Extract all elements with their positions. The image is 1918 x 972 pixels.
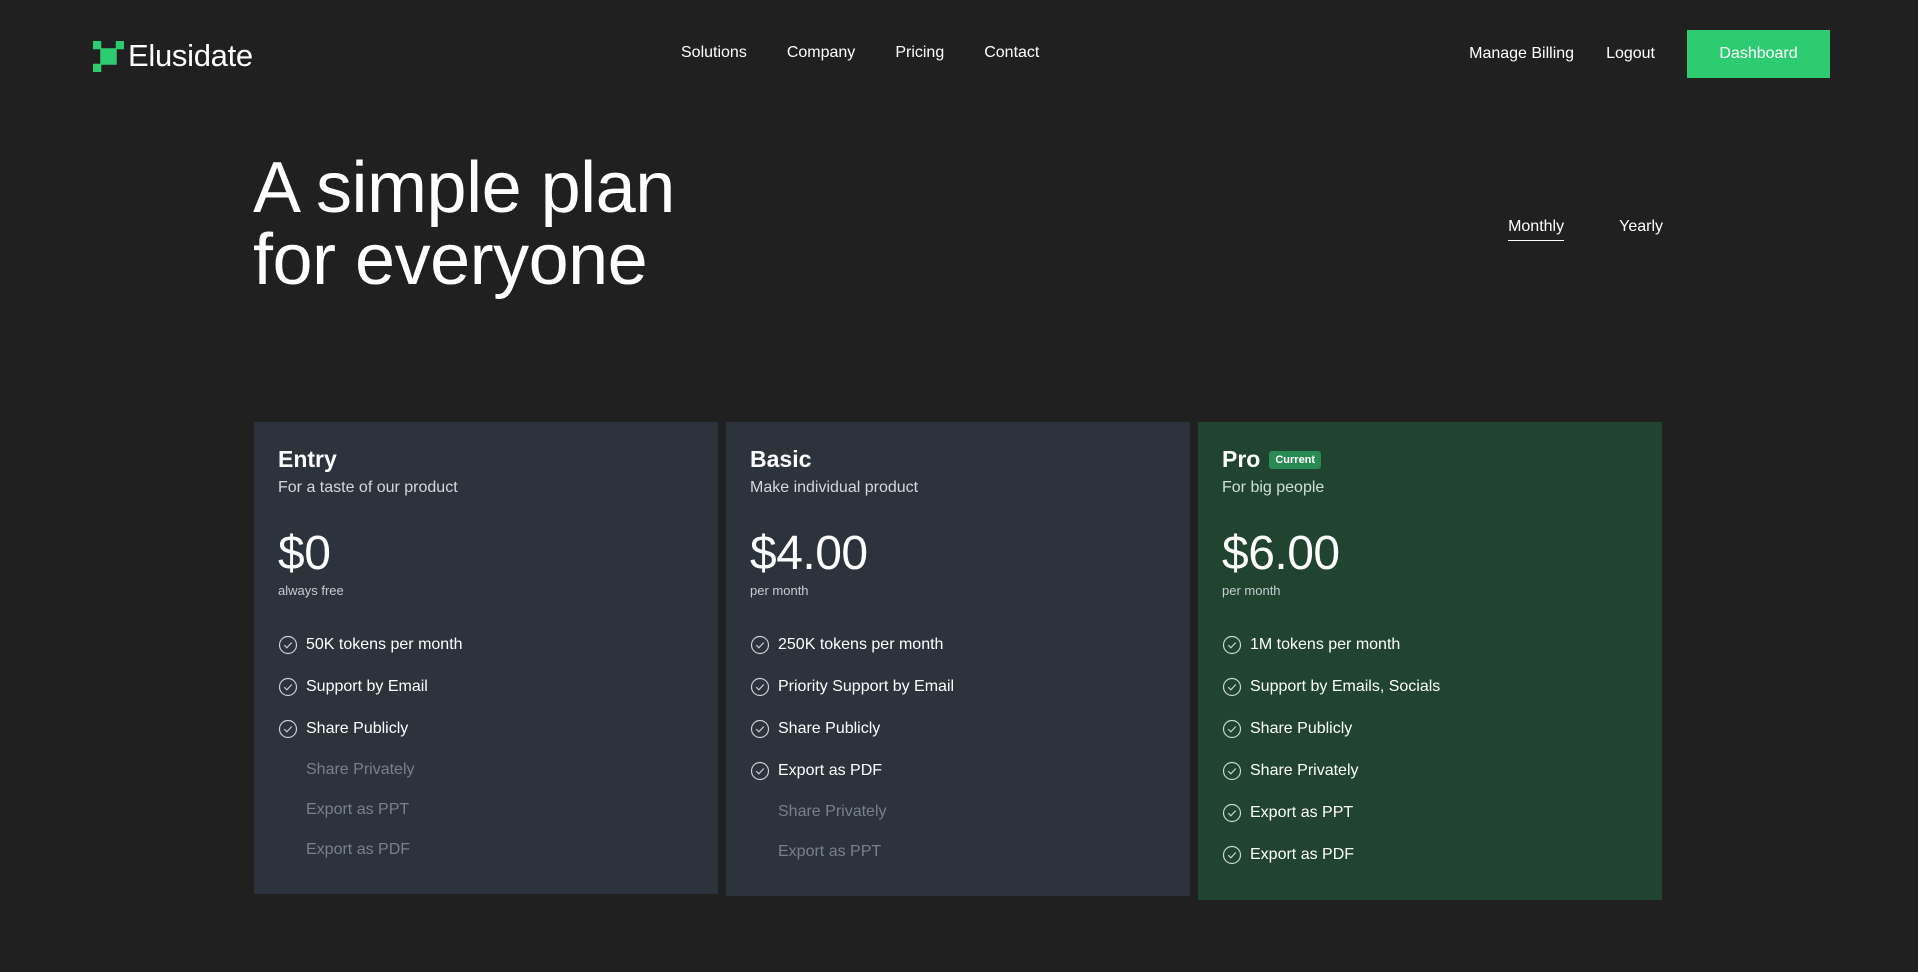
nav-item-company[interactable]: Company <box>787 44 855 62</box>
feature-item-disabled: Share Privately <box>750 792 1166 832</box>
tab-yearly[interactable]: Yearly <box>1619 218 1663 241</box>
brand-name: Elusidate <box>128 38 253 73</box>
check-circle-icon <box>1222 803 1242 823</box>
feature-label: Support by Email <box>306 678 428 695</box>
feature-item: Export as PPT <box>1222 792 1638 834</box>
account-nav: Manage Billing Logout Dashboard <box>1469 30 1830 78</box>
check-circle-icon <box>1222 677 1242 697</box>
feature-list: 50K tokens per month Support by Email Sh… <box>278 624 694 870</box>
check-circle-icon <box>278 677 298 697</box>
feature-item-disabled: Share Privately <box>278 750 694 790</box>
feature-item: 1M tokens per month <box>1222 624 1638 666</box>
feature-item: Share Publicly <box>1222 708 1638 750</box>
billing-period-toggle: Monthly Yearly <box>1508 218 1663 241</box>
feature-list: 1M tokens per month Support by Emails, S… <box>1222 624 1638 876</box>
check-circle-icon <box>1222 845 1242 865</box>
check-circle-icon <box>1222 761 1242 781</box>
feature-label: Share Publicly <box>1250 720 1353 737</box>
feature-item: 250K tokens per month <box>750 624 1166 666</box>
plan-name: Pro <box>1222 446 1261 472</box>
main-nav: Solutions Company Pricing Contact <box>681 44 1039 62</box>
feature-item: 50K tokens per month <box>278 624 694 666</box>
feature-label: Export as PPT <box>306 801 410 818</box>
plan-card-basic: Basic Make individual product $4.00 per … <box>726 422 1190 896</box>
feature-label: Export as PPT <box>1250 804 1354 821</box>
nav-item-solutions[interactable]: Solutions <box>681 44 747 62</box>
feature-label: Export as PDF <box>778 762 883 779</box>
feature-item: Support by Email <box>278 666 694 708</box>
feature-label: Share Privately <box>778 803 887 820</box>
plan-period: per month <box>750 583 809 598</box>
feature-label: Export as PDF <box>306 841 411 858</box>
feature-item: Export as PDF <box>750 750 1166 792</box>
check-circle-icon <box>1222 719 1242 739</box>
plan-subtitle: For a taste of our product <box>278 479 458 496</box>
feature-label: Support by Emails, Socials <box>1250 678 1441 695</box>
feature-label: Share Privately <box>306 761 415 778</box>
plan-name: Basic <box>750 446 812 472</box>
check-circle-icon <box>750 719 770 739</box>
dashboard-button[interactable]: Dashboard <box>1687 30 1830 78</box>
plan-price: $0 <box>278 527 331 580</box>
feature-label: Share Publicly <box>778 720 881 737</box>
feature-label: 1M tokens per month <box>1250 636 1401 653</box>
manage-billing-link[interactable]: Manage Billing <box>1469 45 1574 63</box>
feature-label: Export as PDF <box>1250 846 1355 863</box>
nav-item-contact[interactable]: Contact <box>984 44 1039 62</box>
feature-item: Share Publicly <box>750 708 1166 750</box>
plan-period: always free <box>278 583 344 598</box>
page-title: A simple plan for everyone <box>253 152 953 296</box>
feature-label: 50K tokens per month <box>306 636 463 653</box>
feature-label: Export as PPT <box>778 843 882 860</box>
check-circle-icon <box>1222 635 1242 655</box>
logo-icon <box>93 40 124 72</box>
check-circle-icon <box>750 635 770 655</box>
plan-price: $4.00 <box>750 527 868 580</box>
page-title-line-2: for everyone <box>253 220 648 300</box>
feature-item: Export as PDF <box>1222 834 1638 876</box>
feature-item: Priority Support by Email <box>750 666 1166 708</box>
feature-item: Share Privately <box>1222 750 1638 792</box>
feature-item-disabled: Export as PPT <box>278 790 694 830</box>
plan-card-pro: Pro Current For big people $6.00 per mon… <box>1198 422 1662 900</box>
check-circle-icon <box>278 635 298 655</box>
plan-name: Entry <box>278 446 337 472</box>
plan-price: $6.00 <box>1222 527 1340 580</box>
plan-period: per month <box>1222 583 1281 598</box>
check-circle-icon <box>750 761 770 781</box>
current-plan-badge: Current <box>1269 450 1322 469</box>
feature-item: Support by Emails, Socials <box>1222 666 1638 708</box>
page-title-line-1: A simple plan <box>253 148 675 228</box>
feature-item: Share Publicly <box>278 708 694 750</box>
feature-label: 250K tokens per month <box>778 636 944 653</box>
check-circle-icon <box>278 719 298 739</box>
nav-item-pricing[interactable]: Pricing <box>895 44 944 62</box>
check-circle-icon <box>750 677 770 697</box>
tab-monthly[interactable]: Monthly <box>1508 218 1565 241</box>
feature-label: Share Publicly <box>306 720 409 737</box>
feature-label: Priority Support by Email <box>778 678 955 695</box>
plan-subtitle: For big people <box>1222 479 1325 496</box>
brand-logo[interactable]: Elusidate <box>93 38 253 74</box>
feature-list: 250K tokens per month Priority Support b… <box>750 624 1166 872</box>
feature-item-disabled: Export as PPT <box>750 832 1166 872</box>
feature-item-disabled: Export as PDF <box>278 830 694 870</box>
plan-card-entry: Entry For a taste of our product $0 alwa… <box>254 422 718 894</box>
plan-subtitle: Make individual product <box>750 479 919 496</box>
feature-label: Share Privately <box>1250 762 1359 779</box>
logout-link[interactable]: Logout <box>1606 45 1655 63</box>
